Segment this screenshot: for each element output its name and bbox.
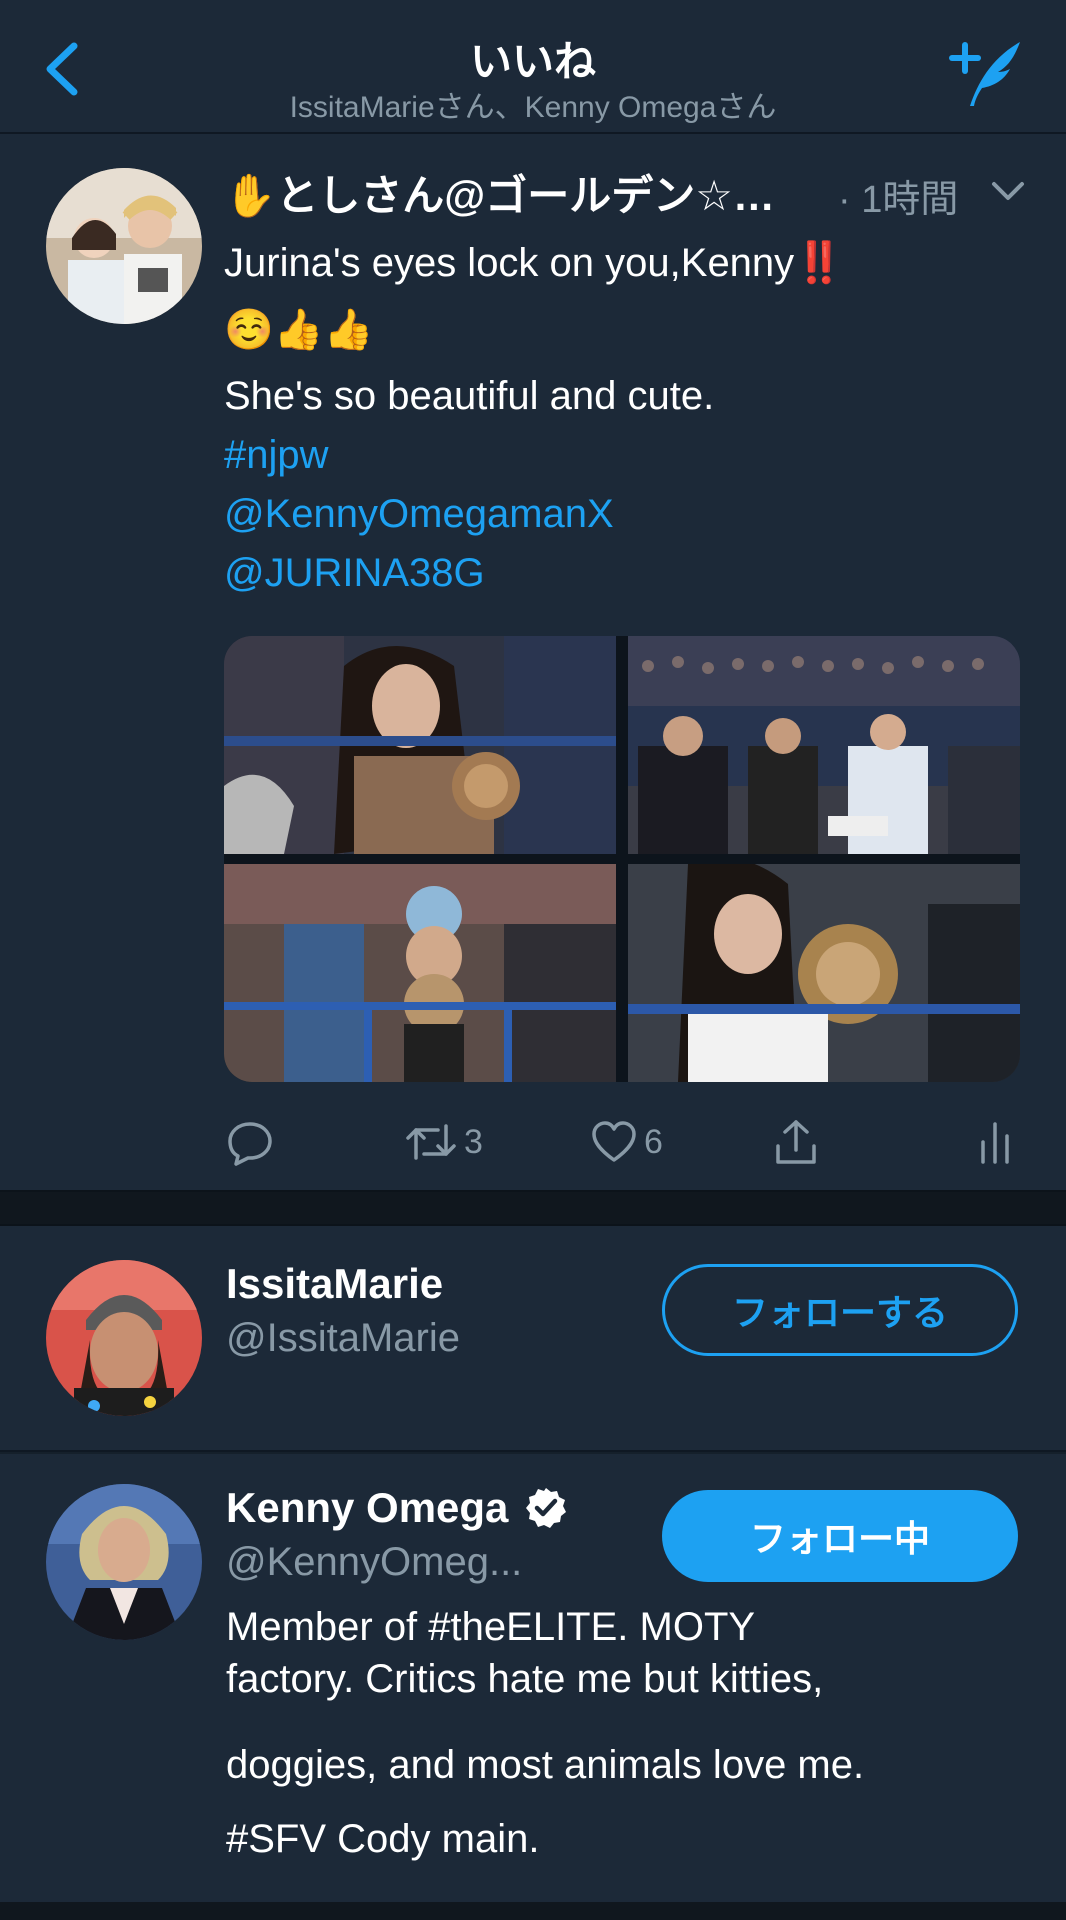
reply-icon (228, 1122, 272, 1166)
tweet-emoji-line: ☺️👍👍 (224, 308, 374, 352)
user-handle[interactable]: @KennyOmeg... (226, 1540, 522, 1585)
hashtag-link[interactable]: #njpw (224, 426, 1024, 485)
tweet-text: Jurina's eyes lock on you,Kenny‼️ ☺️👍👍 S… (224, 234, 1024, 603)
bio-line: Member of #theELITE. MOTY (226, 1605, 756, 1649)
tweet-author-name[interactable]: ✋としさん@ゴールデン☆… (224, 162, 804, 223)
tweet-timestamp: · 1時間 (838, 179, 959, 221)
section-divider (0, 1190, 1066, 1226)
bio-line: doggies, and most animals love me. (226, 1743, 865, 1787)
share-button[interactable] (772, 1114, 820, 1170)
bio-line: #SFV Cody main. (226, 1817, 540, 1861)
list-bottom-divider (0, 1902, 1066, 1920)
page-subtitle: IssitaMarieさん、Kenny Omegaさん (289, 91, 777, 124)
tweet-author-avatar[interactable] (46, 168, 202, 324)
bio-line: factory. Critics hate me but kitties, (226, 1657, 824, 1701)
user-row-kenny-omega[interactable]: Kenny Omega @KennyOmeg... フォロー中 Member o… (0, 1454, 1066, 1902)
share-icon (776, 1120, 816, 1164)
user-display-name-text: Kenny Omega (226, 1484, 509, 1531)
tweet-photo[interactable] (628, 636, 1020, 854)
retweet-count: 3 (464, 1122, 483, 1161)
mention-link[interactable]: @JURINA38G (224, 544, 1024, 603)
user-avatar[interactable] (46, 1260, 202, 1416)
follow-button[interactable]: フォローする (662, 1264, 1018, 1356)
user-display-name[interactable]: IssitaMarie (226, 1260, 443, 1308)
tweet-action-bar: 3 6 (0, 1114, 1066, 1174)
tweet-media-grid (224, 636, 1020, 1082)
user-bio: Member of #theELITE. MOTY factory. Criti… (226, 1600, 1026, 1876)
mention-link[interactable]: @KennyOmegamanX (224, 485, 1024, 544)
verified-badge-icon (526, 1488, 567, 1528)
tweet-card[interactable]: ✋としさん@ゴールデン☆… · 1時間 Jurina's eyes lock o… (0, 134, 1066, 1190)
compose-tweet-icon[interactable] (948, 36, 1024, 108)
like-button[interactable]: 6 (590, 1114, 663, 1170)
top-navigation-bar: いいね IssitaMarieさん、Kenny Omegaさん (0, 0, 1066, 134)
user-row-issitamarie[interactable]: IssitaMarie @IssitaMarie フォローする (0, 1226, 1066, 1452)
tweet-author-name-text: としさん@ゴールデン☆… (276, 172, 775, 219)
raised-hand-emoji: ✋ (224, 172, 277, 219)
tweet-text-line: She's so beautiful and cute. (224, 374, 715, 418)
retweet-icon (406, 1124, 456, 1160)
retweet-button[interactable]: 3 (404, 1114, 483, 1170)
user-handle[interactable]: @IssitaMarie (226, 1316, 460, 1361)
following-button[interactable]: フォロー中 (662, 1490, 1018, 1582)
heart-icon (592, 1121, 636, 1162)
like-count: 6 (644, 1122, 663, 1161)
tweet-text-line: Jurina's eyes lock on you,Kenny‼️ (224, 241, 844, 285)
user-avatar[interactable] (46, 1484, 202, 1640)
analytics-icon (981, 1122, 1009, 1164)
tweet-photo[interactable] (628, 864, 1020, 1082)
tweet-photo[interactable] (224, 864, 616, 1082)
analytics-button[interactable] (978, 1114, 1012, 1170)
chevron-down-icon[interactable] (990, 178, 1026, 204)
reply-button[interactable] (226, 1114, 274, 1170)
user-display-name[interactable]: Kenny Omega (226, 1484, 568, 1532)
page-title: いいね (469, 38, 596, 85)
tweet-photo[interactable] (224, 636, 616, 854)
